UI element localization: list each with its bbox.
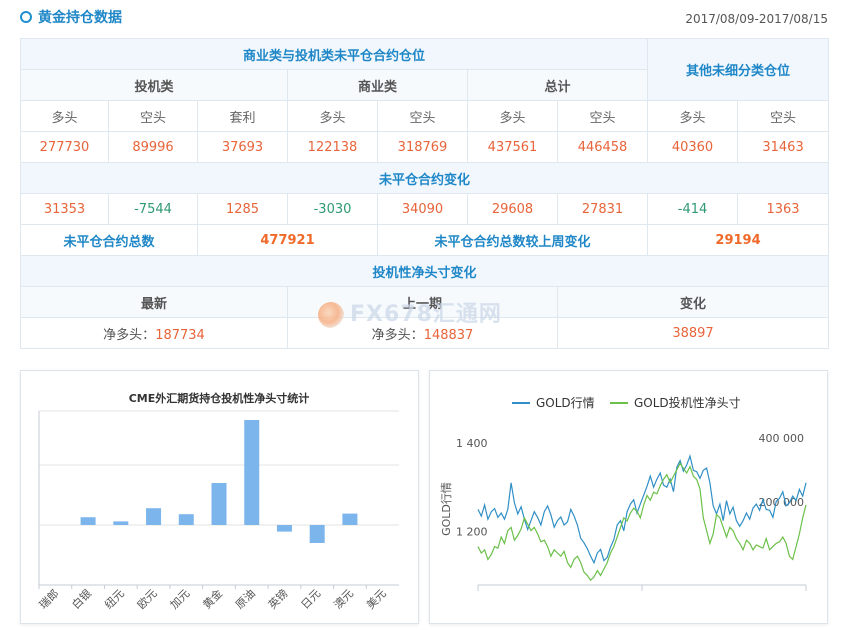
subheader-cell: 多头 bbox=[287, 100, 378, 132]
change-section: 未平仓合约变化 bbox=[19, 162, 830, 194]
value-cell: 446458 bbox=[556, 131, 649, 163]
net-header-latest: 最新 bbox=[20, 286, 288, 318]
date-range: 2017/08/09-2017/08/15 bbox=[685, 12, 828, 26]
bar bbox=[244, 420, 260, 525]
value-cell: 318769 bbox=[377, 131, 468, 163]
right-tick-label: 400 000 bbox=[759, 432, 805, 445]
x-tick-label: 白银 bbox=[69, 586, 94, 611]
series-line bbox=[477, 462, 807, 582]
total-oi-label: 未平仓合约总数 bbox=[20, 224, 198, 256]
gold-price-line-chart-panel: GOLD行情 GOLD投机性净头寸 GOLD行情 1 400 1 200 400 000 2… bbox=[429, 370, 828, 624]
bar bbox=[211, 483, 227, 525]
gold-price-line-chart: GOLD行情 GOLD投机性净头寸GOLD行情1 4001 200400 0002… bbox=[440, 395, 807, 591]
page-title: 黄金持仓数据 bbox=[38, 10, 122, 26]
net-previous-cell: 净多头：148837 bbox=[287, 317, 558, 349]
left-tick-label: 1 200 bbox=[456, 526, 488, 539]
subheader-cell: 空头 bbox=[108, 100, 198, 132]
bar bbox=[309, 525, 325, 543]
bar bbox=[276, 525, 292, 532]
subheader-cell: 套利 bbox=[197, 100, 288, 132]
x-tick-label: 瑞郎 bbox=[36, 586, 61, 611]
net-previous-label: 净多头： bbox=[371, 327, 424, 343]
value-cell: 40360 bbox=[647, 131, 739, 163]
subheader-cell: 空头 bbox=[377, 100, 468, 132]
change-cell: 31353 bbox=[20, 193, 109, 225]
bar bbox=[342, 513, 358, 525]
subheader-cell: 多头 bbox=[20, 100, 109, 132]
chart-title: CME外汇期货持仓投机性净头寸统计 bbox=[129, 391, 310, 405]
change-cell: -414 bbox=[647, 193, 739, 225]
group-total: 总计 bbox=[466, 69, 649, 101]
change-cell: 29608 bbox=[467, 193, 558, 225]
x-tick-label: 澳元 bbox=[331, 587, 356, 612]
value-cell: 122138 bbox=[287, 131, 378, 163]
change-cell: 34090 bbox=[377, 193, 468, 225]
left-tick-label: 1 400 bbox=[456, 437, 488, 450]
net-header-previous: 上一期 bbox=[287, 286, 558, 318]
change-cell: 27831 bbox=[556, 193, 649, 225]
bar bbox=[80, 517, 96, 525]
x-tick-label: 欧元 bbox=[135, 587, 160, 612]
group-speculative: 投机类 bbox=[20, 69, 288, 101]
x-tick-label: 英镑 bbox=[265, 586, 290, 611]
net-position-bar-chart: CME外汇期货持仓投机性净头寸统计瑞郎 白银 纽元 欧元 加元 黄金 原油 英镑 日元 澳元 美元 bbox=[36, 391, 399, 612]
value-cell: 437561 bbox=[467, 131, 558, 163]
net-latest-value: 187734 bbox=[155, 327, 205, 343]
x-tick-label: 美元 bbox=[364, 587, 389, 612]
x-tick-label: 黄金 bbox=[200, 586, 225, 611]
x-tick-label: 加元 bbox=[168, 587, 193, 612]
y-axis-label: GOLD行情 bbox=[440, 482, 453, 536]
net-previous-value: 148837 bbox=[423, 327, 474, 343]
legend-label: GOLD投机性净头寸 bbox=[634, 395, 741, 410]
value-cell: 37693 bbox=[197, 131, 288, 163]
section-header: 黄金持仓数据 2017/08/09-2017/08/15 bbox=[20, 8, 828, 30]
x-tick-label: 日元 bbox=[299, 587, 324, 612]
value-cell: 89996 bbox=[108, 131, 198, 163]
net-latest-cell: 净多头：187734 bbox=[20, 317, 288, 349]
total-oi-change-value: 29194 bbox=[647, 224, 830, 256]
change-cell: -7544 bbox=[108, 193, 198, 225]
subheader-cell: 多头 bbox=[647, 100, 739, 132]
bar bbox=[113, 521, 129, 525]
commercial-speculative-section: 商业类与投机类未平仓合约仓位 bbox=[19, 38, 649, 70]
value-cell: 31463 bbox=[737, 131, 830, 163]
change-cell: -3030 bbox=[287, 193, 378, 225]
net-position-section: 投机性净头寸变化 bbox=[19, 255, 830, 287]
net-position-bar-chart-panel: CME外汇期货持仓投机性净头寸统计瑞郎 白银 纽元 欧元 加元 黄金 原油 英镑 日元 澳元 美元 bbox=[20, 370, 419, 624]
other-section: 其他未细分类仓位 bbox=[647, 38, 830, 101]
subheader-cell: 多头 bbox=[467, 100, 558, 132]
subheader-cell: 空头 bbox=[556, 100, 649, 132]
group-commercial: 商业类 bbox=[287, 69, 468, 101]
bar bbox=[146, 508, 162, 525]
change-cell: 1285 bbox=[197, 193, 288, 225]
net-latest-label: 净多头： bbox=[103, 327, 156, 343]
total-oi-change-label: 未平仓合约总数较上周变化 bbox=[376, 224, 649, 256]
change-cell: 1363 bbox=[737, 193, 830, 225]
legend-label: GOLD行情 bbox=[536, 396, 595, 410]
net-header-change: 变化 bbox=[556, 286, 830, 318]
subheader-cell: 空头 bbox=[737, 100, 830, 132]
bar bbox=[178, 514, 194, 525]
net-change-value: 38897 bbox=[556, 317, 830, 349]
total-oi-value: 477921 bbox=[197, 224, 378, 256]
circle-icon bbox=[20, 11, 32, 23]
x-tick-label: 原油 bbox=[232, 586, 257, 611]
gold-position-table: 商业类与投机类未平仓合约仓位 其他未细分类仓位 投机类 商业类 总计 多头 空头… bbox=[19, 38, 830, 349]
value-cell: 277730 bbox=[20, 131, 109, 163]
x-tick-label: 纽元 bbox=[101, 586, 126, 611]
